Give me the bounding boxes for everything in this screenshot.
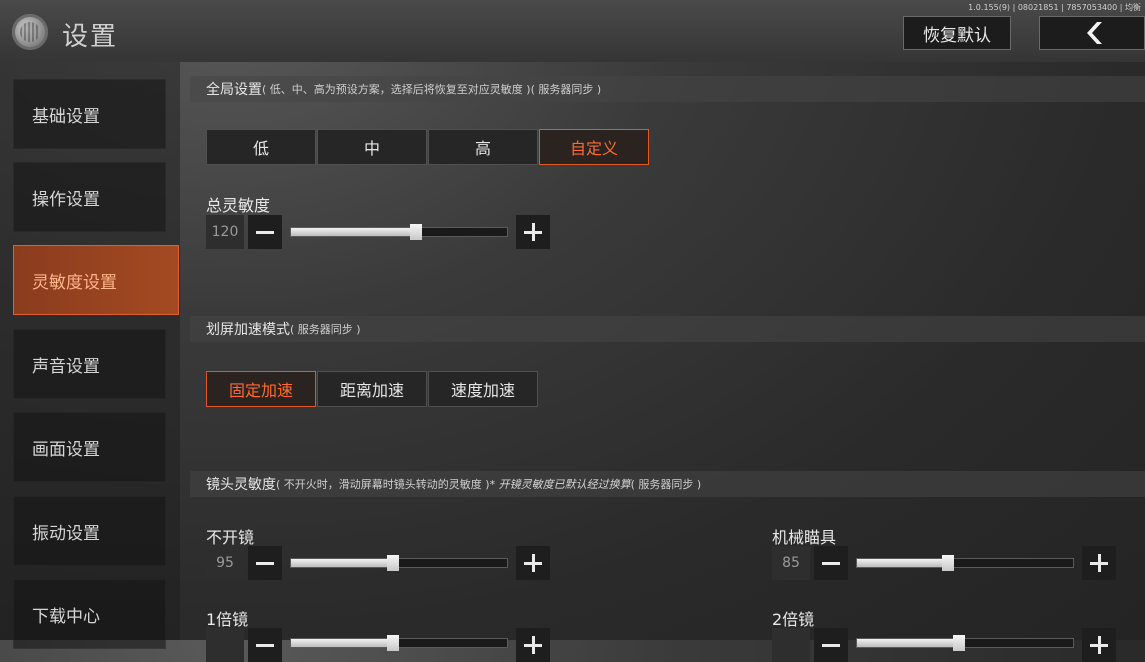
slider-fill xyxy=(857,559,948,567)
scope-1x-plus-button[interactable] xyxy=(516,628,550,662)
slider-handle[interactable] xyxy=(386,635,399,651)
swipe-speed-option[interactable]: 速度加速 xyxy=(428,371,538,407)
iron-sight-plus-button[interactable] xyxy=(1082,546,1116,580)
preset-mid-option[interactable]: 中 xyxy=(317,129,427,165)
slider-handle[interactable] xyxy=(410,224,423,240)
swipe-accel-note: ( 服务器同步 ) xyxy=(290,323,361,336)
swipe-fixed-option[interactable]: 固定加速 xyxy=(206,371,316,407)
no-scope-value: 95 xyxy=(206,546,244,580)
slider-handle[interactable] xyxy=(386,555,399,571)
camera-sensitivity-note-tail: ( 服务器同步 ) xyxy=(630,478,702,491)
slider-fill xyxy=(291,228,417,236)
no-scope-minus-button[interactable] xyxy=(248,546,282,580)
back-button[interactable] xyxy=(1039,16,1145,50)
top-bar: 设置 1.0.155(9) | 08021851 | 7857053400 | … xyxy=(0,0,1145,62)
iron-sight-label: 机械瞄具 xyxy=(772,528,837,547)
iron-sight-slider[interactable] xyxy=(856,555,1074,571)
global-settings-header: 全局设置 ( 低、中、高为预设方案，选择后将恢复至对应灵敏度 )( 服务器同步 … xyxy=(190,76,1145,102)
swipe-accel-title: 划屏加速模式 xyxy=(206,322,290,338)
slider-handle[interactable] xyxy=(952,635,965,651)
total-sensitivity-slider[interactable] xyxy=(290,224,508,240)
camera-sensitivity-italic-note: * 开镜灵敏度已默认经过换算 xyxy=(489,478,631,491)
version-info: 1.0.155(9) | 08021851 | 7857053400 | 均衡 xyxy=(968,3,1141,12)
global-settings-title: 全局设置 xyxy=(206,82,262,98)
total-sensitivity-plus-button[interactable] xyxy=(516,215,550,249)
preset-low-option[interactable]: 低 xyxy=(206,129,316,165)
slider-fill xyxy=(857,639,959,647)
sidebar-item-vibration[interactable]: 振动设置 xyxy=(13,496,166,566)
swipe-accel-header: 划屏加速模式 ( 服务器同步 ) xyxy=(190,316,1145,342)
settings-logo-icon xyxy=(12,14,48,50)
preset-high-option[interactable]: 高 xyxy=(428,129,538,165)
swipe-distance-option[interactable]: 距离加速 xyxy=(317,371,427,407)
no-scope-label: 不开镜 xyxy=(206,528,255,547)
chevron-left-icon xyxy=(1087,22,1102,44)
camera-sensitivity-header: 镜头灵敏度 ( 不开火时，滑动屏幕时镜头转动的灵敏度 ) * 开镜灵敏度已默认经… xyxy=(190,471,1145,497)
swipe-mode-selector: 固定加速 距离加速 速度加速 xyxy=(206,371,539,407)
scope-2x-label: 2倍镜 xyxy=(772,610,815,629)
scope-1x-label: 1倍镜 xyxy=(206,610,249,629)
iron-sight-minus-button[interactable] xyxy=(814,546,848,580)
sidebar-item-controls[interactable]: 操作设置 xyxy=(13,162,166,232)
page-title: 设置 xyxy=(62,22,119,52)
sidebar-item-basic[interactable]: 基础设置 xyxy=(13,79,166,149)
iron-sight-value: 85 xyxy=(772,546,810,580)
scope-1x-minus-button[interactable] xyxy=(248,628,282,662)
slider-fill xyxy=(291,559,393,567)
sidebar: 基础设置 操作设置 灵敏度设置 声音设置 画面设置 振动设置 下载中心 xyxy=(0,62,180,649)
sidebar-item-graphics[interactable]: 画面设置 xyxy=(13,412,166,482)
sidebar-item-sensitivity[interactable]: 灵敏度设置 xyxy=(13,245,179,315)
total-sensitivity-value: 120 xyxy=(206,215,244,249)
preset-selector: 低 中 高 自定义 xyxy=(206,129,650,165)
no-scope-plus-button[interactable] xyxy=(516,546,550,580)
slider-fill xyxy=(291,639,393,647)
no-scope-slider[interactable] xyxy=(290,555,508,571)
scope-2x-minus-button[interactable] xyxy=(814,628,848,662)
total-sensitivity-label: 总灵敏度 xyxy=(206,196,271,215)
sidebar-item-audio[interactable]: 声音设置 xyxy=(13,329,166,399)
global-settings-note: ( 低、中、高为预设方案，选择后将恢复至对应灵敏度 )( 服务器同步 ) xyxy=(262,83,602,96)
sidebar-item-downloads[interactable]: 下载中心 xyxy=(13,579,166,649)
preset-custom-option[interactable]: 自定义 xyxy=(539,129,649,165)
scope-2x-value xyxy=(772,628,810,662)
scope-1x-value xyxy=(206,628,244,662)
camera-sensitivity-title: 镜头灵敏度 xyxy=(206,477,276,493)
reset-default-button[interactable]: 恢复默认 xyxy=(903,16,1011,50)
slider-handle[interactable] xyxy=(941,555,954,571)
camera-sensitivity-note: ( 不开火时，滑动屏幕时镜头转动的灵敏度 ) xyxy=(276,478,490,491)
total-sensitivity-minus-button[interactable] xyxy=(248,215,282,249)
scope-2x-plus-button[interactable] xyxy=(1082,628,1116,662)
